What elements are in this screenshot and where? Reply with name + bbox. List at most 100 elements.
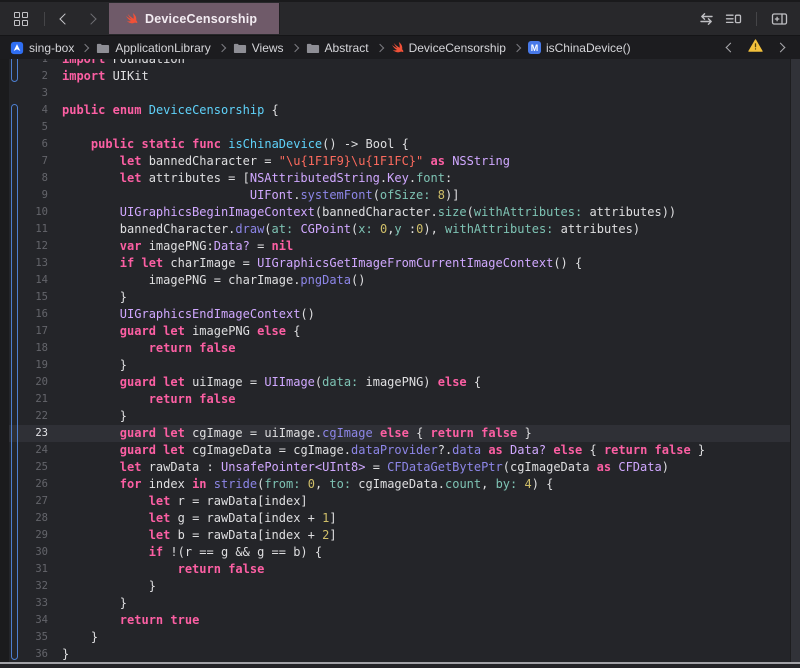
jump-bar: sing-box ApplicationLibrary Views Abstract D… [0, 36, 800, 59]
editor-grid-icon[interactable] [14, 12, 28, 26]
code-line[interactable]: 27 let r = rawData[index] [0, 493, 800, 510]
code-line[interactable]: 16 UIGraphicsEndImageContext() [0, 306, 800, 323]
code-text: for index in stride(from: 0, to: cgImage… [62, 476, 553, 493]
code-text: UIGraphicsBeginImageContext(bannedCharac… [62, 204, 676, 221]
editor-layout-icon[interactable] [725, 12, 742, 26]
code-line[interactable]: 8 let attributes = [NSAttributedString.K… [0, 170, 800, 187]
bottom-divider [0, 662, 800, 668]
code-line[interactable]: 18 return false [0, 340, 800, 357]
breadcrumb-item-singbox[interactable]: sing-box [10, 41, 74, 55]
toolbar-divider [44, 12, 45, 26]
code-line[interactable]: 10 UIGraphicsBeginImageContext(bannedCha… [0, 204, 800, 221]
code-line[interactable]: 23 guard let cgImage = uiImage.cgImage e… [0, 425, 800, 442]
breadcrumb-separator-icon [81, 43, 89, 51]
vertical-scrollbar[interactable] [790, 59, 800, 662]
code-line[interactable]: 12 var imagePNG:Data? = nil [0, 238, 800, 255]
code-text: public static func isChinaDevice() -> Bo… [62, 136, 409, 153]
code-line[interactable]: 4public enum DeviceCensorship { [0, 102, 800, 119]
code-text: let attributes = [NSAttributedString.Key… [62, 170, 452, 187]
code-line[interactable]: 33 } [0, 595, 800, 612]
breadcrumb-item-ischinadevice[interactable]: MisChinaDevice() [528, 41, 631, 55]
breadcrumb-separator-icon [375, 43, 383, 51]
code-text: guard let cgImageData = cgImage.dataProv… [62, 442, 705, 459]
code-line[interactable]: 3 [0, 85, 800, 102]
code-text: } [62, 646, 69, 662]
warning-icon[interactable] [748, 39, 763, 57]
code-line[interactable]: 5 [0, 119, 800, 136]
code-text: } [62, 595, 127, 612]
code-line[interactable]: 35 } [0, 629, 800, 646]
code-line[interactable]: 19 } [0, 357, 800, 374]
code-text: if let charImage = UIGraphicsGetImageFro… [62, 255, 582, 272]
forward-button[interactable] [81, 11, 101, 27]
source-control-change-bar[interactable] [11, 59, 18, 82]
code-line[interactable]: 14 imagePNG = charImage.pngData() [0, 272, 800, 289]
code-text: public enum DeviceCensorship { [62, 102, 279, 119]
breadcrumb-item-applicationlibrary[interactable]: ApplicationLibrary [96, 41, 210, 55]
code-text: } [62, 357, 127, 374]
code-text: return false [62, 391, 235, 408]
code-line[interactable]: 28 let g = rawData[index + 1] [0, 510, 800, 527]
source-control-change-bar[interactable] [11, 104, 18, 660]
breadcrumb-label: Abstract [325, 41, 369, 55]
editor-top-bar: DeviceCensorship [0, 0, 800, 36]
code-text: if !(r == g && g == b) { [62, 544, 322, 561]
code-line[interactable]: 13 if let charImage = UIGraphicsGetImage… [0, 255, 800, 272]
code-line[interactable]: 20 guard let uiImage = UIImage(data: ima… [0, 374, 800, 391]
swift-icon [125, 12, 138, 25]
code-text: import UIKit [62, 68, 149, 85]
code-text: UIGraphicsEndImageContext() [62, 306, 315, 323]
breadcrumb-separator-icon [513, 43, 521, 51]
code-text: let r = rawData[index] [62, 493, 308, 510]
code-line[interactable]: 34 return true [0, 612, 800, 629]
next-issue-button[interactable] [771, 40, 790, 55]
code-text: } [62, 408, 127, 425]
previous-issue-button[interactable] [721, 40, 740, 55]
add-editor-icon[interactable] [771, 12, 788, 26]
code-line[interactable]: 6 public static func isChinaDevice() -> … [0, 136, 800, 153]
code-line[interactable]: 1import Foundation [0, 59, 800, 68]
code-text: } [62, 629, 98, 646]
breadcrumb-item-devicecensorship[interactable]: DeviceCensorship [391, 41, 506, 55]
code-line[interactable]: 21 return false [0, 391, 800, 408]
code-text: guard let imagePNG else { [62, 323, 300, 340]
code-editor[interactable]: 1import Foundation2import UIKit34public … [0, 59, 800, 662]
code-text: var imagePNG:Data? = nil [62, 238, 293, 255]
swift-icon [391, 41, 404, 54]
code-text: return false [62, 340, 235, 357]
tab-devicecensorship[interactable]: DeviceCensorship [109, 3, 280, 34]
code-line[interactable]: 9 UIFont.systemFont(ofSize: 8)] [0, 187, 800, 204]
breadcrumb-item-abstract[interactable]: Abstract [306, 41, 369, 55]
code-line[interactable]: 15 } [0, 289, 800, 306]
code-text: return true [62, 612, 199, 629]
code-line[interactable]: 26 for index in stride(from: 0, to: cgIm… [0, 476, 800, 493]
code-line[interactable]: 36} [0, 646, 800, 662]
code-text: UIFont.systemFont(ofSize: 8)] [62, 187, 459, 204]
code-text: } [62, 289, 127, 306]
code-line[interactable]: 29 let b = rawData[index + 2] [0, 527, 800, 544]
breadcrumb-label: ApplicationLibrary [115, 41, 210, 55]
breadcrumb-label: DeviceCensorship [409, 41, 506, 55]
method-badge-icon: M [528, 41, 541, 54]
code-line[interactable]: 17 guard let imagePNG else { [0, 323, 800, 340]
code-line[interactable]: 2import UIKit [0, 68, 800, 85]
breadcrumb-separator-icon [218, 43, 226, 51]
code-line[interactable]: 30 if !(r == g && g == b) { [0, 544, 800, 561]
code-line[interactable]: 24 guard let cgImageData = cgImage.dataP… [0, 442, 800, 459]
code-text: } [62, 578, 156, 595]
code-line[interactable]: 7 let bannedCharacter = "\u{1F1F9}\u{1F1… [0, 153, 800, 170]
code-line[interactable]: 31 return false [0, 561, 800, 578]
swap-arrows-icon[interactable] [698, 12, 715, 26]
breadcrumb-label: isChinaDevice() [546, 41, 631, 55]
code-line[interactable]: 32 } [0, 578, 800, 595]
code-line[interactable]: 22 } [0, 408, 800, 425]
back-button[interactable] [55, 11, 75, 27]
code-text: let b = rawData[index + 2] [62, 527, 337, 544]
code-line[interactable]: 25 let rawData : UnsafePointer<UInt8> = … [0, 459, 800, 476]
app-icon [10, 41, 24, 55]
code-text: guard let cgImage = uiImage.cgImage else… [62, 425, 532, 442]
code-line[interactable]: 11 bannedCharacter.draw(at: CGPoint(x: 0… [0, 221, 800, 238]
code-text: return false [62, 561, 264, 578]
breadcrumb-item-views[interactable]: Views [233, 41, 284, 55]
breadcrumb-separator-icon [290, 43, 298, 51]
